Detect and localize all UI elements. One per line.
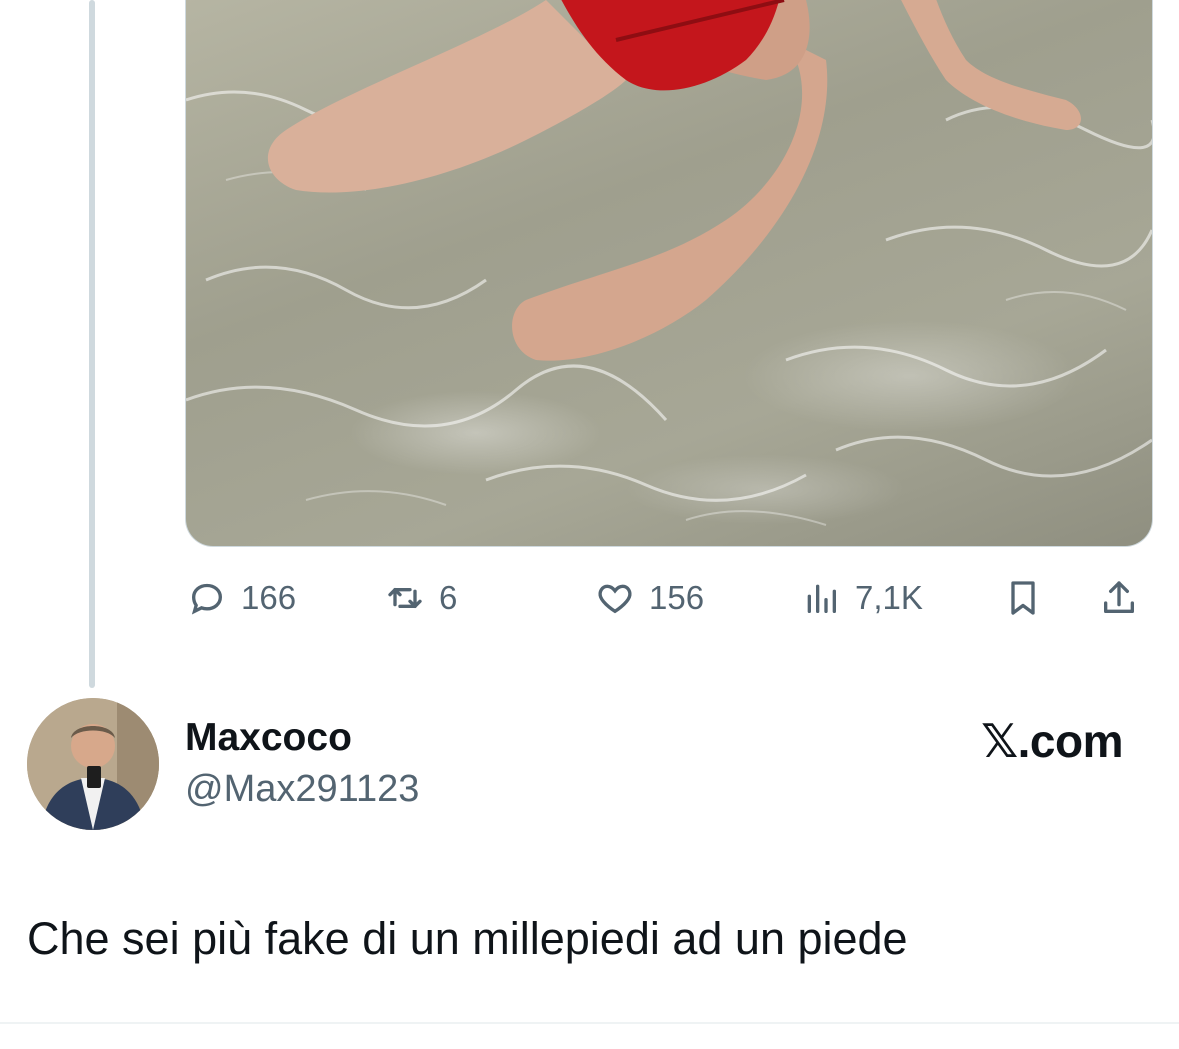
repost-count: 6: [439, 579, 458, 616]
reply-handle[interactable]: @Max291123: [185, 768, 419, 811]
share-button[interactable]: [1097, 570, 1153, 626]
like-count: 156: [649, 579, 705, 616]
avatar[interactable]: [27, 698, 159, 830]
like-icon: [593, 576, 637, 620]
thread-connector-line: [89, 0, 95, 688]
views-button[interactable]: 7,1K: [799, 570, 923, 626]
reply-button[interactable]: 166: [185, 570, 296, 626]
repost-icon: [383, 576, 427, 620]
x-logo-watermark: 𝕏.com: [981, 715, 1123, 767]
avatar-photo: [27, 698, 159, 830]
bookmark-button[interactable]: [1001, 570, 1057, 626]
repost-button[interactable]: 6: [383, 570, 457, 626]
reply-display-name[interactable]: Maxcoco: [185, 716, 352, 760]
views-icon: [799, 576, 843, 620]
reply-text: Che sei più fake di un millepiedi ad un …: [27, 913, 908, 964]
share-icon: [1097, 576, 1141, 620]
divider: [0, 1022, 1179, 1024]
bookmark-icon: [1001, 576, 1045, 620]
post-action-bar: 166 6 156 7,1K: [185, 570, 1151, 626]
like-button[interactable]: 156: [593, 570, 704, 626]
reply-icon: [185, 576, 229, 620]
post-image[interactable]: [185, 0, 1153, 547]
view-count: 7,1K: [855, 579, 923, 616]
beach-photo-illustration: [186, 0, 1152, 526]
reply-count: 166: [241, 579, 297, 616]
